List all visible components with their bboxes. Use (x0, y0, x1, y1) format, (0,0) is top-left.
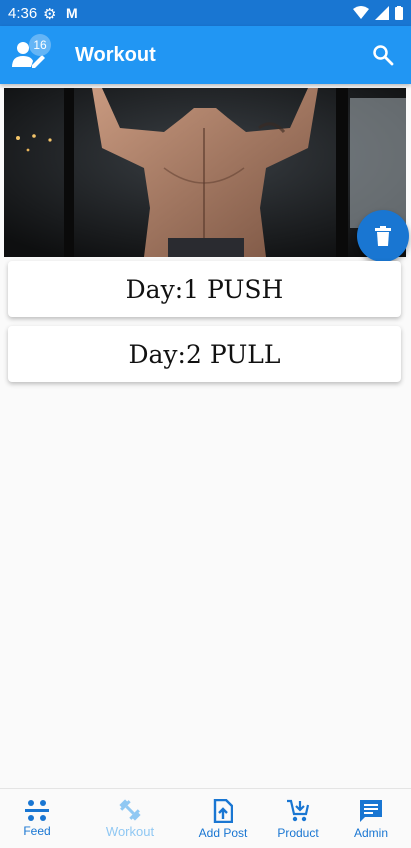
nav-label-add-post: Add Post (198, 826, 248, 840)
settings-icon: ⚙ (43, 6, 57, 23)
cart-add-icon (287, 799, 310, 822)
status-time: 4:36 (8, 5, 38, 22)
nav-item-workout[interactable]: Workout (100, 789, 160, 848)
nav-item-product[interactable]: Product (270, 789, 326, 848)
nav-label-feed: Feed (23, 824, 51, 838)
wifi-icon (353, 6, 369, 19)
workout-hero-image (4, 88, 406, 257)
day-card[interactable]: Day:1 PUSH (8, 261, 401, 317)
search-button[interactable] (372, 44, 394, 66)
mail-icon: M (66, 5, 78, 21)
chat-icon (360, 800, 382, 822)
status-icons (353, 6, 403, 20)
nav-item-add-post[interactable]: Add Post (193, 789, 253, 848)
nav-label-product: Product (277, 826, 319, 840)
day-card-label: Day:2 PULL (128, 339, 281, 369)
day-card[interactable]: Day:2 PULL (8, 326, 401, 382)
nav-item-feed[interactable]: Feed (17, 789, 57, 848)
dumbbell-icon (119, 799, 141, 821)
day-card-label: Day:1 PUSH (125, 274, 284, 304)
notification-badge: 16 (29, 34, 51, 56)
page-title: Workout (75, 44, 156, 66)
app-bar: 16 Workout (0, 26, 411, 84)
profile-button[interactable]: 16 (12, 34, 51, 69)
nav-label-admin: Admin (353, 826, 388, 840)
bottom-navigation: Feed Workout Add Post Product Admin (0, 788, 411, 848)
add-post-icon (213, 799, 233, 823)
trash-icon (375, 226, 391, 246)
nav-item-admin[interactable]: Admin (348, 789, 394, 848)
battery-icon (395, 6, 403, 20)
search-icon (373, 45, 394, 66)
signal-icon (375, 6, 389, 20)
nav-label-workout: Workout (105, 824, 155, 839)
status-bar: 4:36 ⚙ M (0, 0, 411, 26)
feed-icon (25, 800, 49, 821)
delete-button[interactable] (357, 210, 409, 262)
